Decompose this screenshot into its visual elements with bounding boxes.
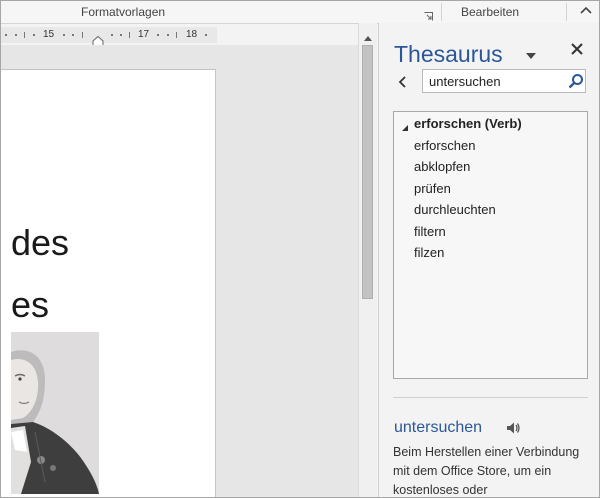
ruler-tick [82, 32, 83, 38]
scrollbar-thumb[interactable] [362, 45, 373, 299]
synonym-item[interactable]: filtern [414, 224, 446, 239]
group-label-formatvorlagen: Formatvorlagen [81, 5, 166, 19]
group-separator [441, 3, 442, 21]
search-input[interactable] [429, 72, 565, 90]
thesaurus-pane: Thesaurus erforschen (Verb) erforschen a… [379, 23, 599, 497]
ruler-number: 18 [186, 29, 198, 40]
document-text-line: es [11, 284, 50, 325]
collapse-ribbon-icon[interactable] [579, 4, 593, 18]
document-area: des es [1, 45, 358, 497]
synonym-item[interactable]: durchleuchten [414, 202, 496, 217]
ruler-dot [111, 34, 113, 36]
synonym-item[interactable]: prüfen [414, 181, 451, 196]
word-window: Formatvorlagen Bearbeiten 15 17 18 des e… [0, 0, 600, 498]
ruler-dot [33, 34, 35, 36]
search-field[interactable] [422, 69, 586, 93]
ruler-dot [72, 34, 74, 36]
synonym-item[interactable]: erforschen [414, 138, 475, 153]
synonym-item[interactable]: filzen [414, 245, 444, 260]
vertical-scrollbar[interactable] [358, 23, 377, 497]
ruler-dot [120, 34, 122, 36]
ruler-dot [205, 34, 207, 36]
synonym-item[interactable]: abklopfen [414, 159, 470, 174]
selected-word: untersuchen [394, 419, 483, 436]
ruler-dot [15, 34, 17, 36]
group-separator [566, 3, 567, 21]
search-icon[interactable] [568, 73, 584, 89]
word-description: Beim Herstellen einer Verbindung mit dem… [393, 445, 580, 497]
pane-menu-icon[interactable] [525, 47, 537, 59]
indent-marker-icon[interactable] [92, 33, 104, 46]
ruler-number: 17 [138, 29, 150, 40]
back-icon[interactable] [398, 75, 408, 89]
group-label-bearbeiten: Bearbeiten [461, 5, 520, 19]
portrait-image[interactable] [11, 332, 99, 494]
scroll-up-icon[interactable] [363, 29, 373, 41]
speaker-icon[interactable] [505, 420, 521, 436]
ribbon-group-bar: Formatvorlagen Bearbeiten [1, 1, 599, 24]
ruler-tick [176, 32, 177, 38]
close-icon[interactable] [570, 42, 584, 56]
document-page[interactable]: des es [1, 69, 216, 497]
ruler-dot [5, 34, 7, 36]
horizontal-ruler[interactable]: 15 17 18 [1, 27, 217, 43]
expand-caret-icon[interactable] [401, 119, 409, 131]
ruler-dot [63, 34, 65, 36]
dialog-launcher-icon[interactable] [424, 8, 433, 21]
ruler-tick [24, 32, 25, 38]
section-divider [393, 397, 588, 398]
synonym-results-list[interactable]: erforschen (Verb) erforschen abklopfen p… [393, 111, 588, 379]
ruler-dot [167, 34, 169, 36]
document-text-line: des [11, 222, 70, 263]
meaning-header[interactable]: erforschen (Verb) [414, 116, 522, 131]
ruler-dot [157, 34, 159, 36]
ruler-tick [129, 32, 130, 38]
ruler-number: 15 [43, 29, 55, 40]
pane-title: Thesaurus [394, 41, 503, 67]
